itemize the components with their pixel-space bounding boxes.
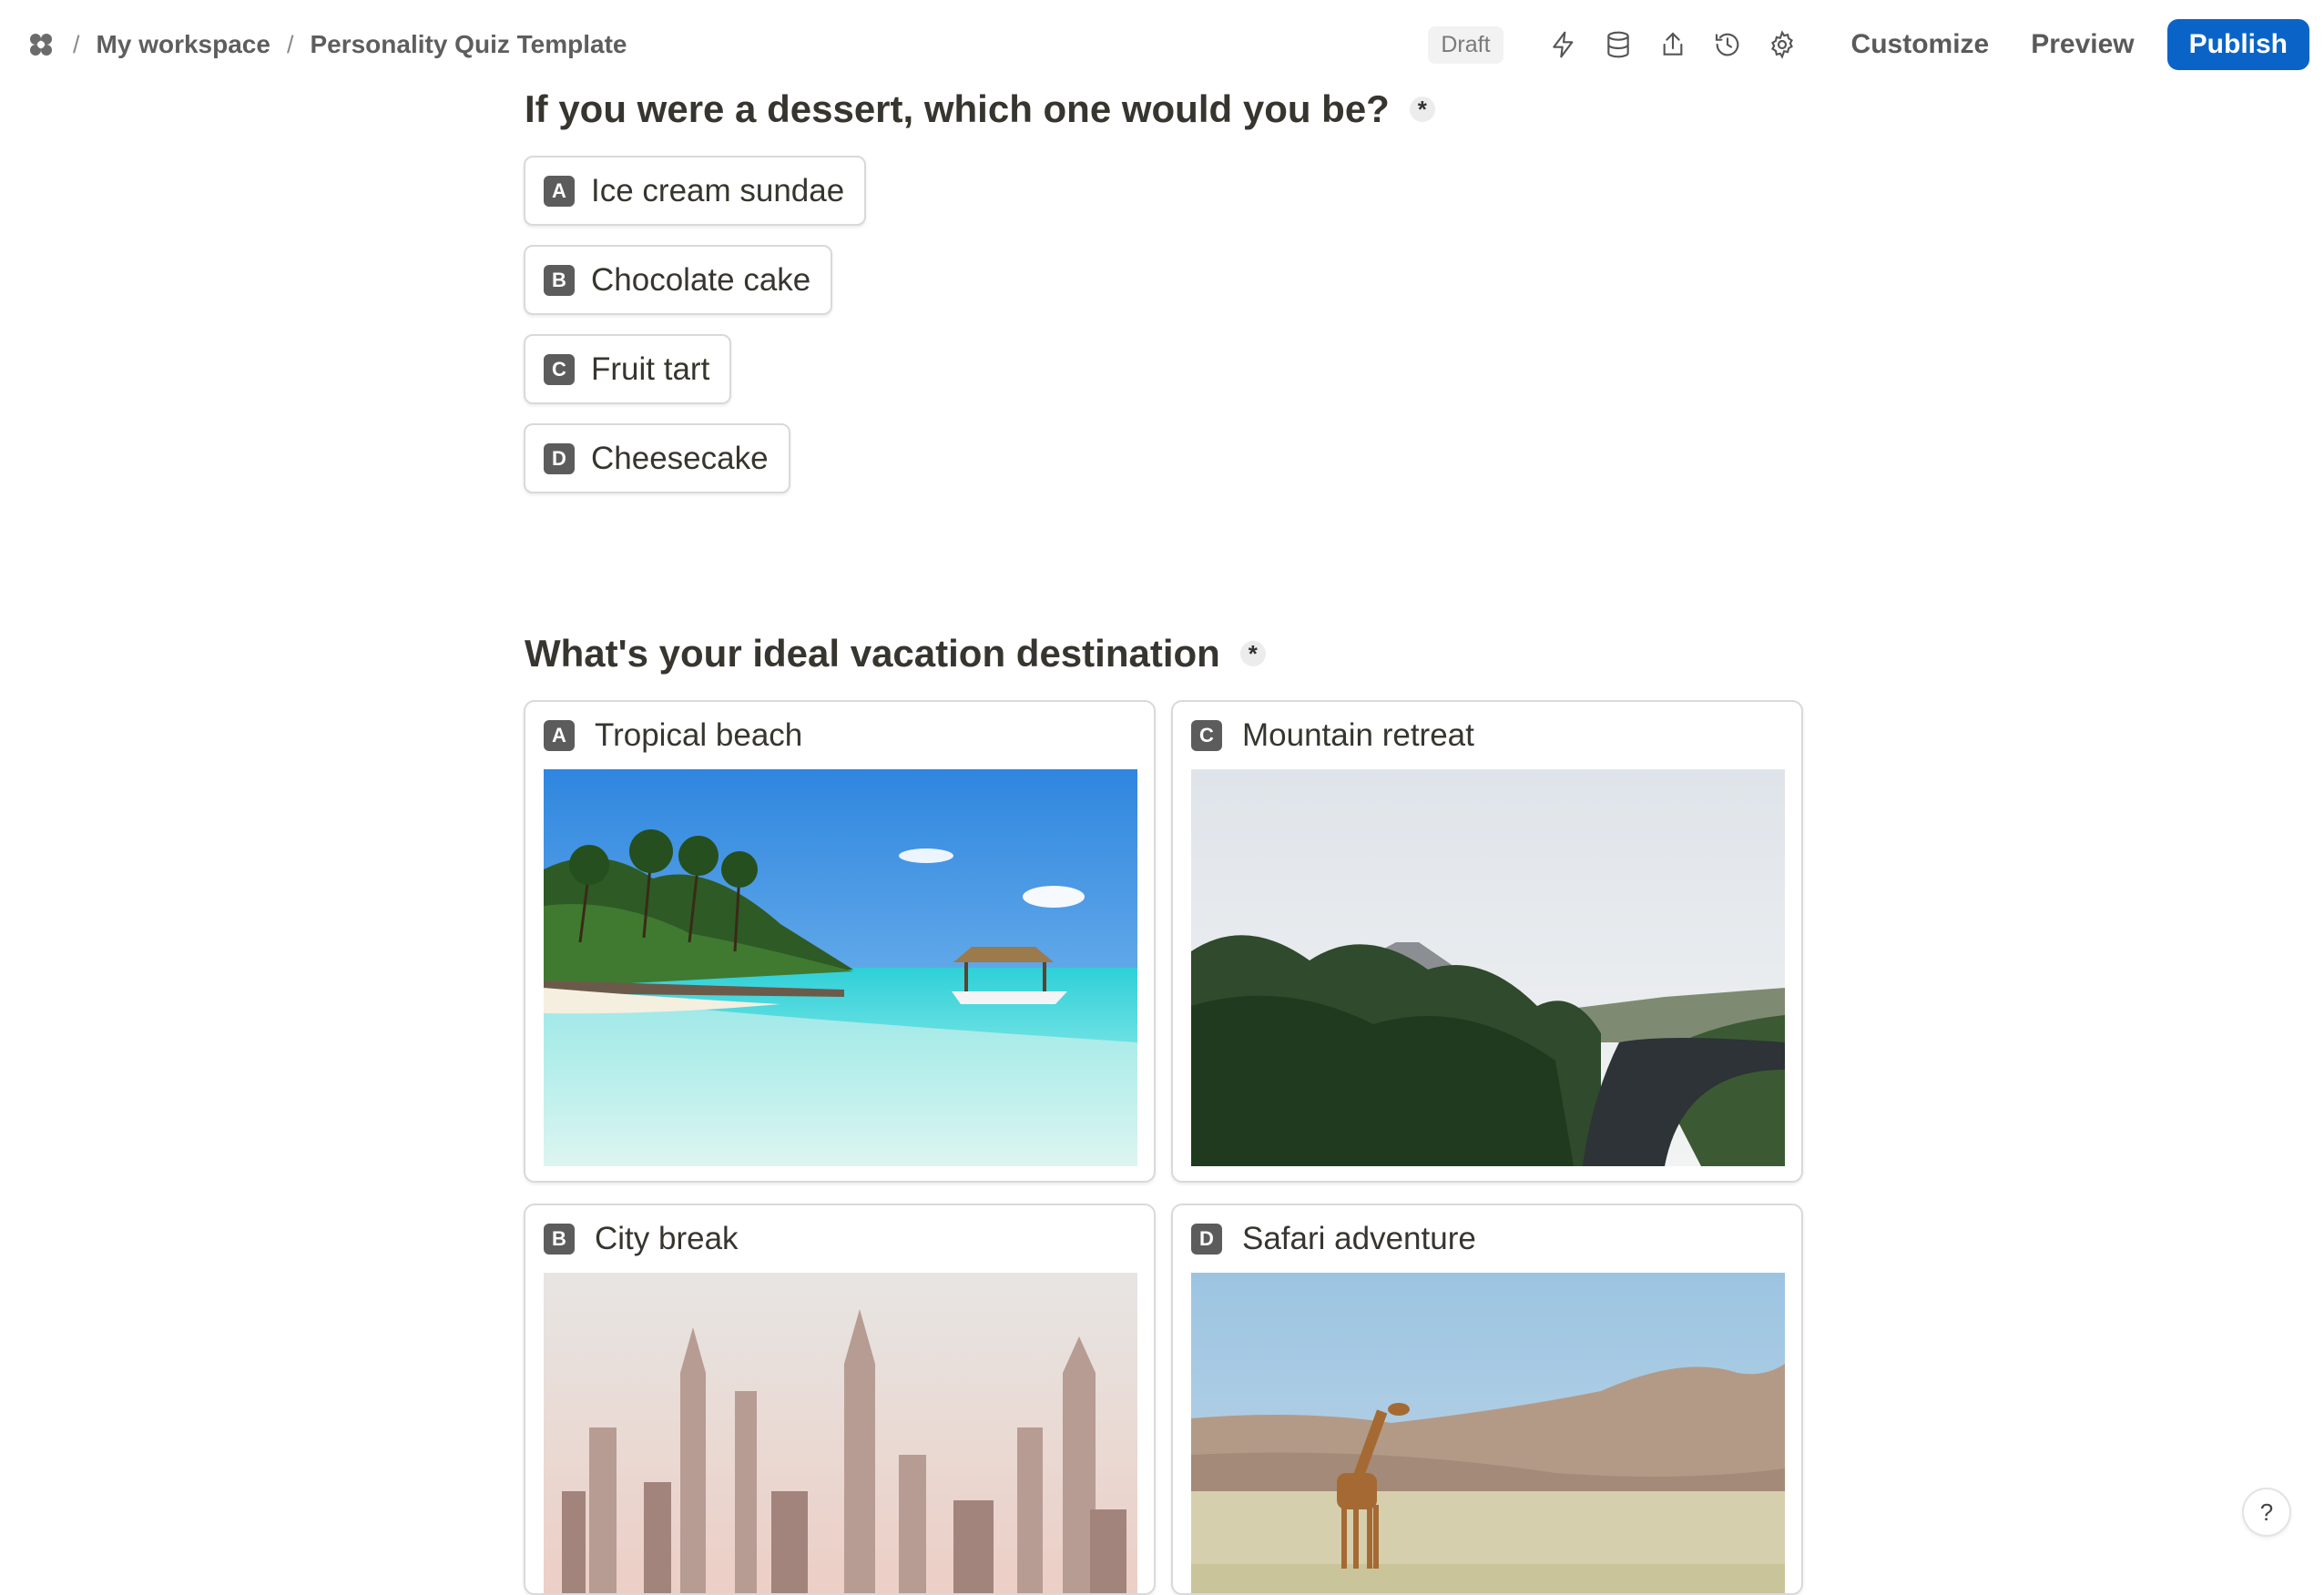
- choice-label: Mountain retreat: [1242, 717, 1474, 753]
- question-title: If you were a dessert, which one would y…: [525, 87, 1435, 131]
- preview-button[interactable]: Preview: [2031, 29, 2134, 60]
- choice-key-badge: B: [544, 1224, 575, 1255]
- breadcrumb-separator: /: [286, 30, 294, 58]
- choice-key-badge: D: [1191, 1224, 1222, 1255]
- breadcrumb-separator: /: [73, 30, 80, 58]
- question-title-text: If you were a dessert, which one would y…: [525, 87, 1390, 130]
- share-icon[interactable]: [1655, 26, 1691, 63]
- history-icon[interactable]: [1709, 26, 1746, 63]
- choice-option[interactable]: C Fruit tart: [524, 334, 732, 404]
- database-icon[interactable]: [1600, 26, 1636, 63]
- help-button[interactable]: ?: [2242, 1488, 2291, 1537]
- question-title: What's your ideal vacation destination *: [525, 632, 1266, 676]
- safari-adventure-image: [1191, 1273, 1785, 1593]
- choice-option[interactable]: B Chocolate cake: [524, 245, 833, 315]
- tropical-beach-image: [544, 769, 1137, 1166]
- choice-option[interactable]: D Cheesecake: [524, 423, 790, 493]
- workspace-logo-icon[interactable]: [25, 29, 56, 60]
- choice-key-badge: C: [1191, 720, 1222, 751]
- picture-choice-card[interactable]: C Mountain retreat: [1171, 700, 1803, 1183]
- settings-icon[interactable]: [1764, 26, 1800, 63]
- choice-key-badge: B: [544, 264, 575, 296]
- question-title-text: What's your ideal vacation destination: [525, 632, 1220, 675]
- breadcrumb-form-title[interactable]: Personality Quiz Template: [310, 30, 627, 59]
- choice-label: Ice cream sundae: [591, 172, 845, 208]
- required-asterisk-icon: *: [1239, 641, 1266, 666]
- lightning-icon[interactable]: [1545, 26, 1582, 63]
- choice-key-badge: D: [544, 442, 575, 474]
- choice-option[interactable]: A Ice cream sundae: [524, 156, 867, 226]
- picture-choice-card[interactable]: B City break: [524, 1204, 1156, 1595]
- choice-label: Cheesecake: [591, 440, 769, 476]
- required-asterisk-icon: *: [1409, 97, 1435, 122]
- top-bar: / My workspace / Personality Quiz Templa…: [0, 0, 2324, 89]
- picture-choice-card[interactable]: A Tropical beach: [524, 700, 1156, 1183]
- picture-choice-card[interactable]: D Safari adventure: [1171, 1204, 1803, 1595]
- choice-label: Safari adventure: [1242, 1221, 1476, 1256]
- choice-key-badge: C: [544, 353, 575, 385]
- publish-button[interactable]: Publish: [2166, 19, 2309, 70]
- choice-label: Chocolate cake: [591, 261, 811, 298]
- choice-key-badge: A: [544, 720, 575, 751]
- city-break-image: [544, 1273, 1137, 1593]
- choice-label: City break: [595, 1221, 739, 1256]
- breadcrumb-workspace[interactable]: My workspace: [97, 30, 270, 59]
- status-badge: Draft: [1428, 25, 1503, 64]
- customize-button[interactable]: Customize: [1851, 29, 1990, 60]
- choice-label: Fruit tart: [591, 350, 710, 387]
- mountain-retreat-image: [1191, 769, 1785, 1166]
- choice-label: Tropical beach: [595, 717, 803, 753]
- choice-key-badge: A: [544, 175, 575, 207]
